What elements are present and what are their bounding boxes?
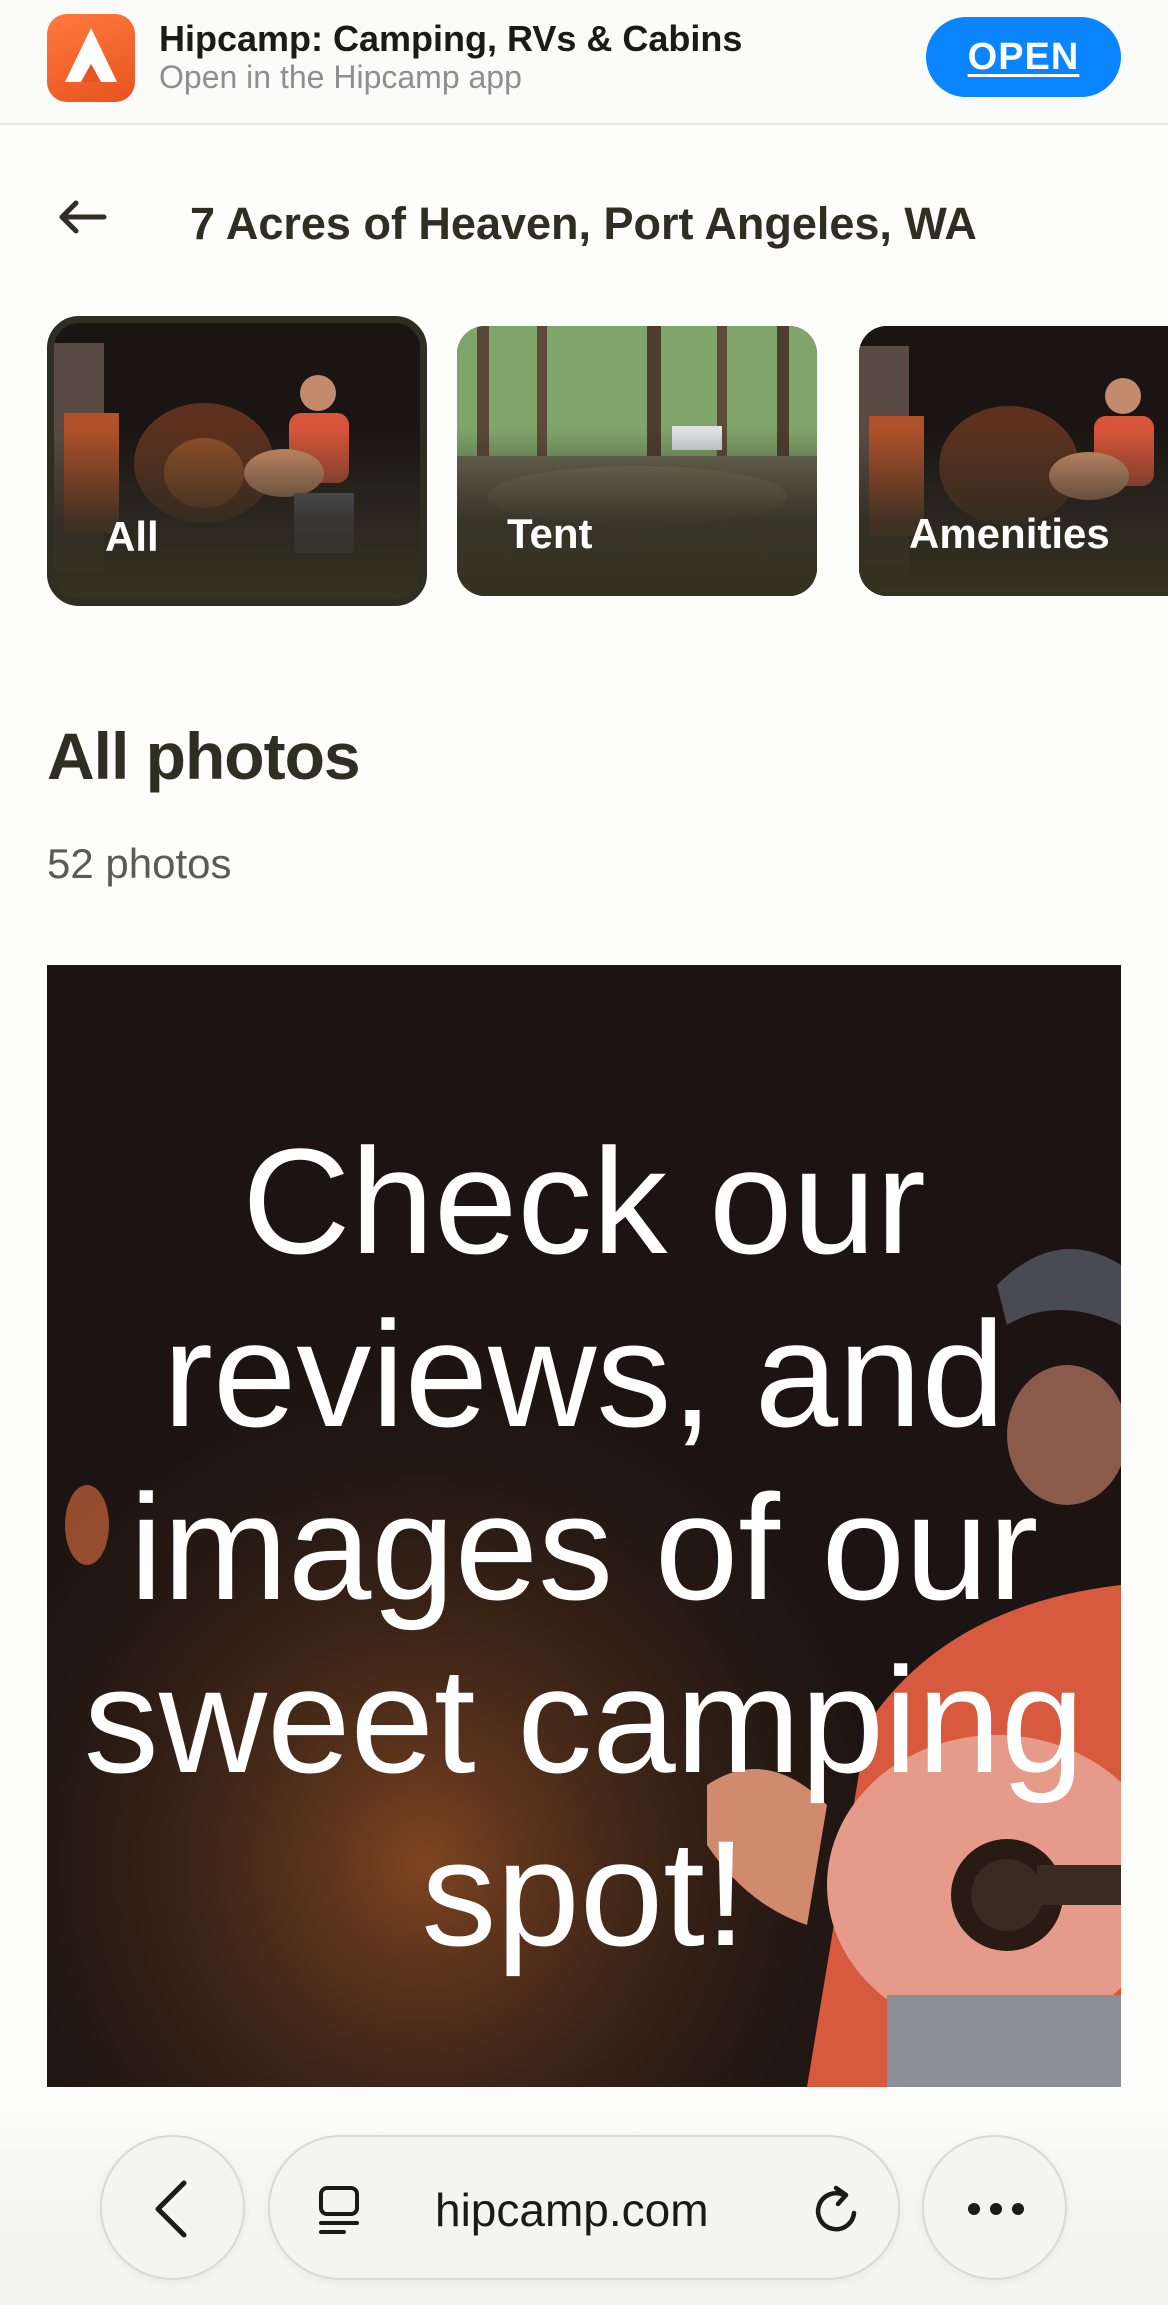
chevron-left-icon [155, 2180, 187, 2238]
browser-back-button[interactable] [100, 2135, 245, 2280]
section-title: All photos [47, 719, 361, 793]
url-text[interactable]: hipcamp.com [435, 2183, 709, 2237]
caption-line: spot! [421, 1809, 747, 1977]
reload-icon[interactable] [810, 2183, 864, 2237]
photo-caption: Check our reviews, and images of our swe… [47, 1115, 1121, 1980]
caption-line: Check our [242, 1117, 926, 1285]
photo-count: 52 photos [47, 840, 232, 887]
caption-line: images of our [129, 1463, 1039, 1631]
category-label: Amenities [909, 510, 1110, 557]
photo-category-carousel[interactable]: All Tent Amenities [0, 316, 1168, 606]
address-bar[interactable]: hipcamp.com [268, 2135, 900, 2280]
category-label: Tent [507, 510, 593, 557]
category-tile-all[interactable]: All [47, 316, 427, 606]
page-title: 7 Acres of Heaven, Port Angeles, WA [190, 198, 977, 249]
page-menu-icon[interactable] [316, 2183, 366, 2237]
more-icon [968, 2203, 1024, 2215]
app-banner-subtitle: Open in the Hipcamp app [159, 59, 522, 95]
category-tile-amenities[interactable]: Amenities [859, 326, 1168, 596]
caption-line: reviews, and [162, 1290, 1006, 1458]
app-banner-title: Hipcamp: Camping, RVs & Cabins [159, 18, 743, 59]
listing-photo[interactable]: Check our reviews, and images of our swe… [47, 965, 1121, 2087]
back-arrow-icon[interactable] [54, 192, 110, 242]
category-tile-tent[interactable]: Tent [457, 326, 817, 596]
browser-more-button[interactable] [922, 2135, 1067, 2280]
app-banner: Hipcamp: Camping, RVs & Cabins Open in t… [0, 0, 1168, 125]
hipcamp-app-icon[interactable] [47, 14, 135, 102]
category-label: All [105, 513, 159, 560]
caption-line: sweet camping [83, 1636, 1085, 1804]
open-app-button[interactable]: OPEN [926, 17, 1121, 97]
